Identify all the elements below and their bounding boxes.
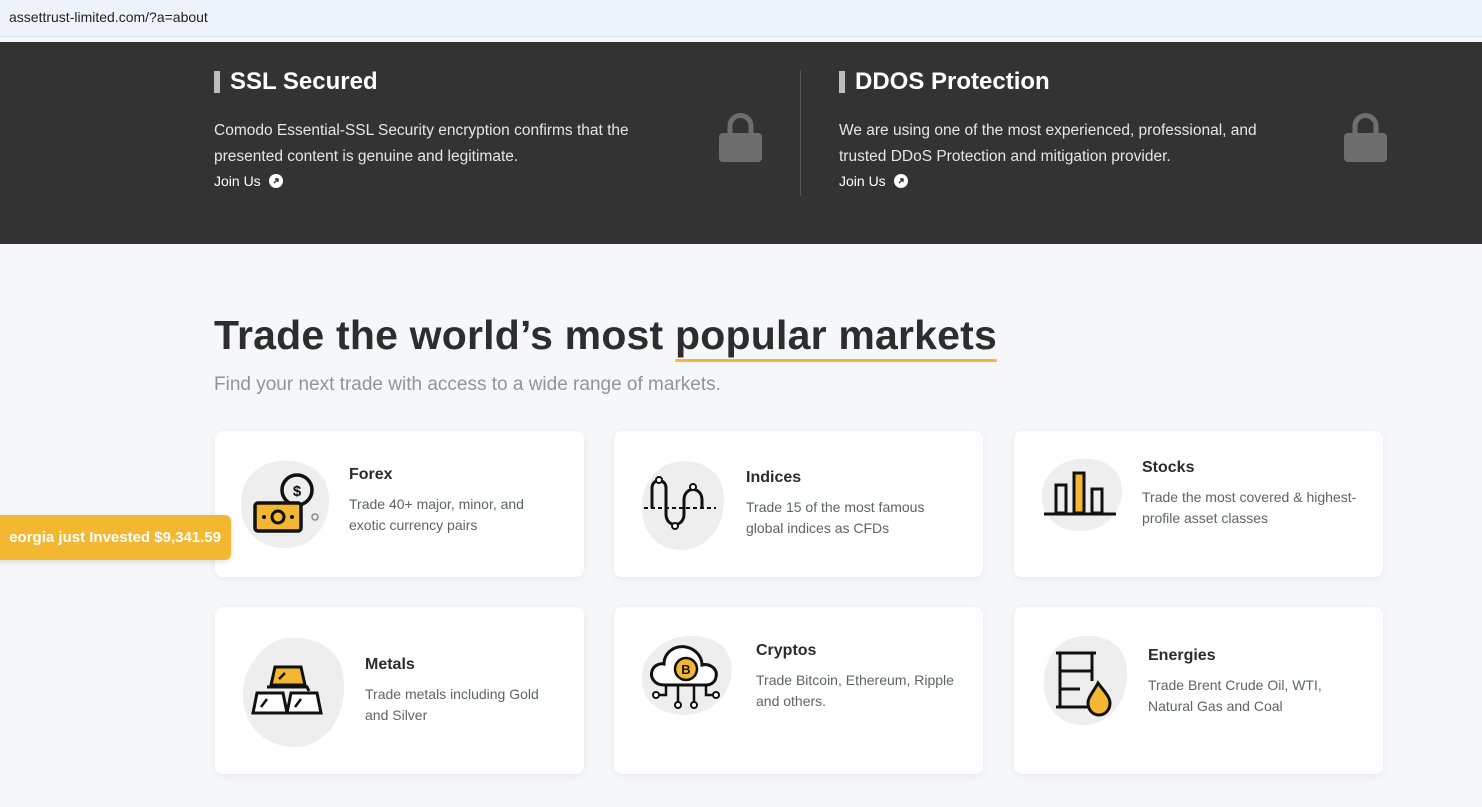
card-description: Trade Brent Crude Oil, WTI, Natural Gas … xyxy=(1148,677,1322,714)
markets-heading: Trade the world’s most popular markets xyxy=(214,312,997,359)
card-title: Cryptos xyxy=(756,642,817,659)
card-title: Metals xyxy=(365,656,415,673)
security-band: SSL Secured Comodo Essential-SSL Securit… xyxy=(0,42,1482,244)
markets-subheading: Find your next trade with access to a wi… xyxy=(214,374,721,395)
market-card-metals[interactable]: Metals Trade metals including Gold and S… xyxy=(215,607,584,774)
card-description: Trade 15 of the most famous global indic… xyxy=(746,499,925,536)
indices-icon xyxy=(641,461,724,550)
stocks-icon xyxy=(1041,458,1122,531)
section-divider xyxy=(800,70,801,196)
market-card-indices[interactable]: Indices Trade 15 of the most famous glob… xyxy=(614,431,983,577)
market-card-cryptos[interactable]: B Cryptos Trade Bitcoin, Ethereum, Rippl… xyxy=(614,607,983,774)
ssl-join-link[interactable]: Join Us xyxy=(214,173,283,189)
card-title: Indices xyxy=(746,469,802,486)
market-card-forex[interactable]: $ Forex Trade 40+ major, minor, and exot… xyxy=(215,431,584,577)
svg-text:$: $ xyxy=(293,483,302,500)
market-card-stocks[interactable]: Stocks Trade the most covered & highest-… xyxy=(1014,431,1383,577)
market-card-energies[interactable]: Energies Trade Brent Crude Oil, WTI, Nat… xyxy=(1014,607,1383,774)
arrow-up-right-icon xyxy=(268,174,283,188)
card-description: Trade Bitcoin, Ethereum, Ripple and othe… xyxy=(756,672,954,709)
svg-text:B: B xyxy=(681,662,690,677)
ssl-title: SSL Secured xyxy=(214,68,378,96)
cryptos-icon: B xyxy=(641,635,732,715)
notification-text: eorgia just Invested $9,341.59 xyxy=(9,529,221,546)
lock-icon xyxy=(719,113,762,162)
card-description: Trade 40+ major, minor, and exotic curre… xyxy=(349,496,524,533)
card-title: Stocks xyxy=(1142,459,1195,476)
url-text[interactable]: assettrust-limited.com/?a=about xyxy=(9,9,208,25)
card-title: Forex xyxy=(349,466,393,483)
card-title: Energies xyxy=(1148,647,1216,664)
heading-text: Trade the world’s most xyxy=(214,312,676,358)
ssl-description: Comodo Essential-SSL Security encryption… xyxy=(214,122,629,165)
ssl-join-label: Join Us xyxy=(214,173,261,189)
metals-icon xyxy=(242,637,345,747)
heading-highlight: popular markets xyxy=(675,312,998,358)
ddos-description: We are using one of the most experienced… xyxy=(839,122,1257,165)
card-description: Trade the most covered & highest-profile… xyxy=(1142,489,1357,526)
ddos-join-link[interactable]: Join Us xyxy=(839,173,908,189)
ddos-join-label: Join Us xyxy=(839,173,886,189)
card-description: Trade metals including Gold and Silver xyxy=(365,686,539,723)
investment-notification: eorgia just Invested $9,341.59 xyxy=(0,515,231,560)
arrow-up-right-icon xyxy=(893,174,908,188)
address-bar[interactable]: assettrust-limited.com/?a=about xyxy=(0,0,1482,37)
energies-icon xyxy=(1043,635,1128,725)
forex-icon: $ xyxy=(241,460,330,549)
lock-icon xyxy=(1344,113,1387,162)
ddos-title: DDOS Protection xyxy=(839,68,1050,96)
